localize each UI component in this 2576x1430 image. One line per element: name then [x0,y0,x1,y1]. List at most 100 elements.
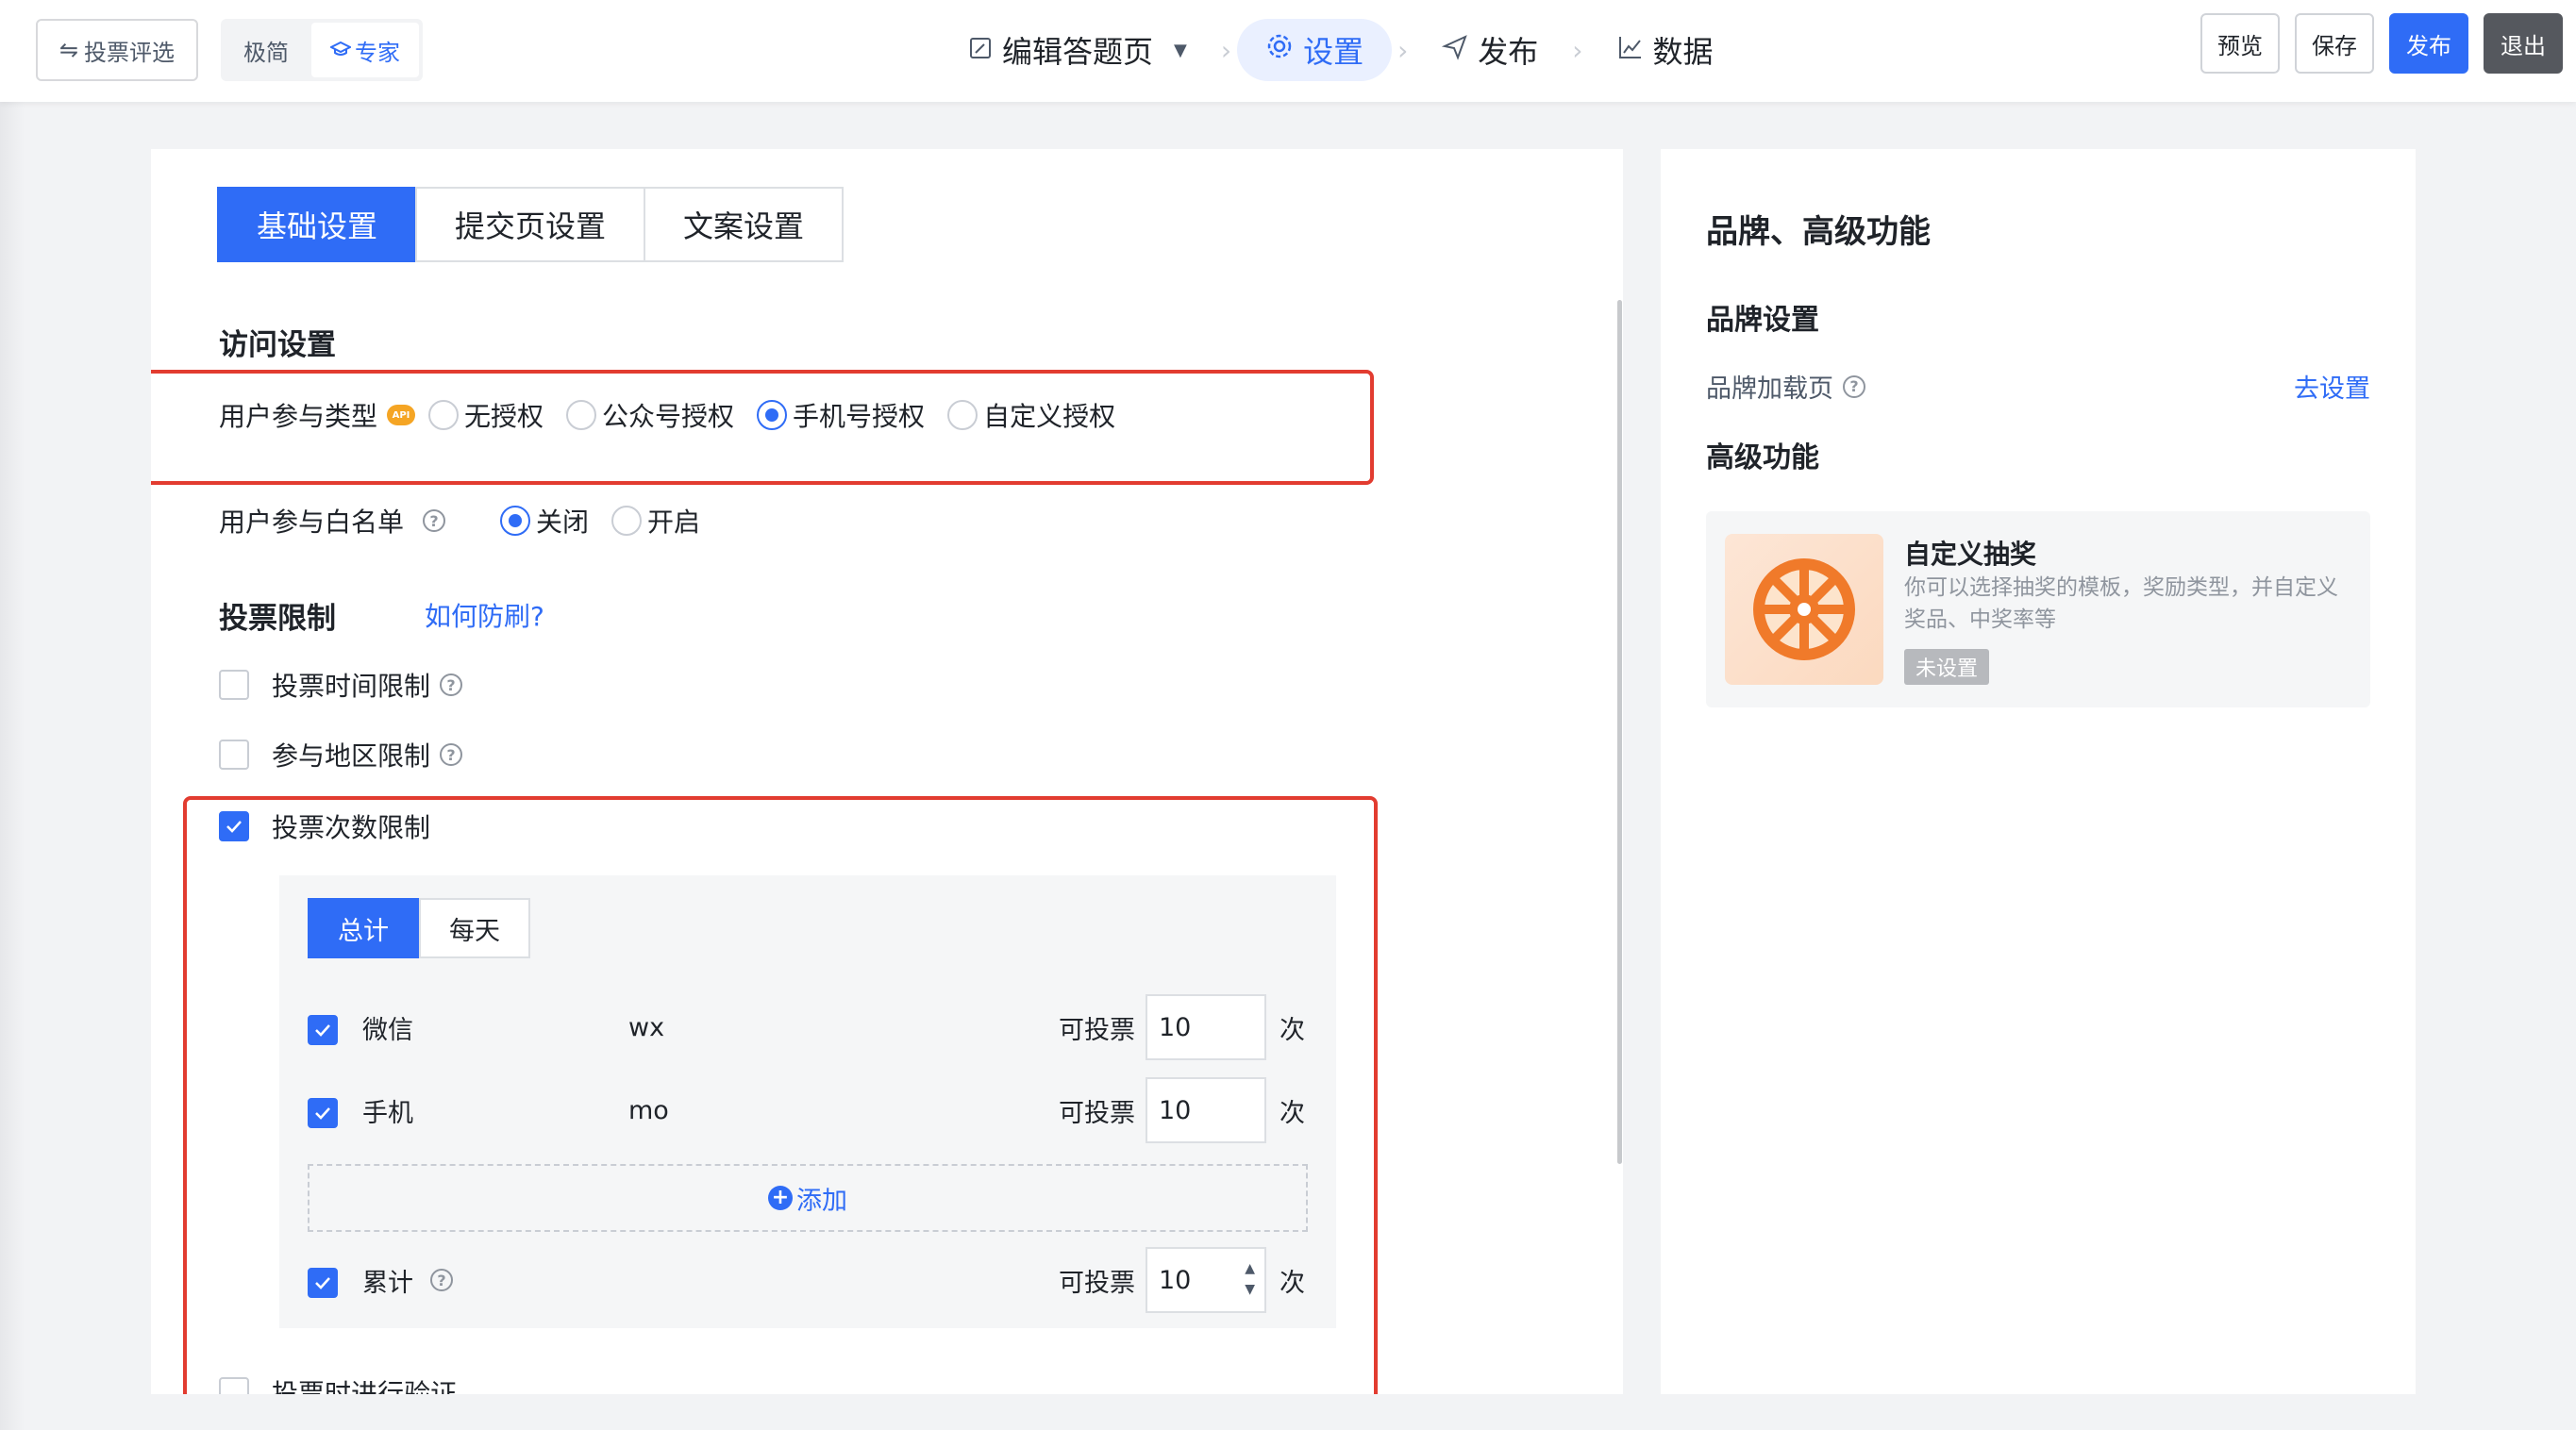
edit-icon [968,32,993,68]
user-type-row: 用户参与类型 API 无授权 公众号授权 手机号授权 自定义授权 [219,396,1138,434]
preview-button[interactable]: 预览 [2200,13,2280,74]
chevron-right-icon: › [1397,34,1409,66]
region-limit-checkbox[interactable] [219,740,249,770]
count-limit-row: 投票次数限制 [219,807,430,845]
radio-circle-selected[interactable] [757,400,788,430]
mobile-vote-count-input[interactable]: 10 [1146,1077,1266,1143]
time-limit-label: 投票时间限制 [272,671,431,702]
total-unit: 次 [1280,1268,1305,1298]
custom-lottery-card[interactable]: 自定义抽奖 你可以选择抽奖的模板，奖励类型，并自定义奖品、中奖率等 未设置 [1706,511,2370,707]
mode-simple[interactable]: 极简 [225,23,308,77]
vote-row-wechat: 微信 wx 可投票 10 次 [308,994,1308,1060]
radio-whitelist-on-label: 开启 [647,507,701,538]
wechat-name: 微信 [362,1015,413,1045]
radio-circle[interactable] [947,400,979,430]
vote-count-box: 总计 每天 微信 wx 可投票 10 次 手机 mo 可投票 10 次 + 添加 [279,875,1336,1328]
seg-daily[interactable]: 每天 [419,898,530,958]
wechat-vote-count-input[interactable]: 10 [1146,994,1266,1060]
radio-custom-auth[interactable]: 自定义授权 [947,396,1115,434]
verify-checkbox[interactable] [219,1377,249,1394]
radio-whitelist-off[interactable]: 关闭 [500,502,589,540]
exit-button[interactable]: 退出 [2484,13,2563,74]
help-icon[interactable]: ? [430,1269,453,1291]
tab-basic-settings[interactable]: 基础设置 [217,187,418,262]
wechat-unit: 次 [1280,1015,1305,1045]
stepper-up-icon[interactable]: ▲ [1245,1258,1255,1279]
wechat-can-vote-label: 可投票 [1059,1015,1135,1045]
radio-wechat-auth-label: 公众号授权 [602,401,735,432]
settings-tabs: 基础设置 提交页设置 文案设置 [217,187,845,262]
whitelist-row: 用户参与白名单 ? 关闭 开启 [219,502,723,540]
send-icon [1442,32,1468,68]
step-data-label: 数据 [1652,34,1714,70]
check-icon [315,1277,330,1289]
tab-submit-page-settings[interactable]: 提交页设置 [415,187,646,262]
switch-type-label: 投票评选 [84,39,176,66]
radio-circle[interactable] [566,400,597,430]
publish-button[interactable]: 发布 [2389,13,2468,74]
seg-total[interactable]: 总计 [308,898,419,958]
radio-phone-auth-label: 手机号授权 [793,401,926,432]
total-vote-count-input[interactable]: 10 ▲ ▼ [1146,1247,1266,1313]
tab-copy-settings[interactable]: 文案设置 [644,187,845,262]
switch-type-button[interactable]: ⇋ 投票评选 [36,19,198,81]
radio-whitelist-on[interactable]: 开启 [611,502,700,540]
save-button[interactable]: 保存 [2295,13,2374,74]
radio-whitelist-off-label: 关闭 [536,507,590,538]
wechat-checkbox[interactable] [308,1015,338,1045]
step-publish[interactable]: 发布 [1413,19,1566,81]
go-setting-link[interactable]: 去设置 [2294,368,2370,405]
help-icon[interactable]: ? [440,673,463,696]
number-stepper[interactable]: ▲ ▼ [1245,1258,1255,1300]
status-badge: 未设置 [1904,649,1990,685]
radio-circle[interactable] [611,506,643,536]
step-nav: 编辑答题页 ▼ › 设置 › 发布 › 数据 [940,19,1742,81]
scrollbar[interactable] [1617,300,1622,1164]
verify-row: 投票时进行验证 [219,1373,457,1394]
lottery-card-title: 自定义抽奖 [1904,539,2037,570]
add-channel-button[interactable]: + 添加 [308,1164,1308,1232]
mobile-checkbox[interactable] [308,1098,338,1128]
vote-row-mobile: 手机 mo 可投票 10 次 [308,1077,1308,1143]
anti-fraud-link[interactable]: 如何防刷? [425,596,544,634]
top-bar: ⇋ 投票评选 极简 专家 编辑答题页 ▼ › 设置 › 发布 › 数据 预览 保… [0,0,2576,102]
mode-expert-label: 专家 [355,39,400,66]
gear-icon [1265,32,1294,68]
radio-wechat-auth[interactable]: 公众号授权 [566,396,734,434]
help-icon[interactable]: ? [423,509,446,532]
vote-limit-title: 投票限制 [219,602,336,636]
radio-circle-selected[interactable] [500,506,531,536]
time-limit-checkbox[interactable] [219,670,249,700]
check-icon [315,1107,330,1120]
help-icon[interactable]: ? [1843,374,1865,398]
radio-circle[interactable] [428,400,460,430]
brand-loading-label: 品牌加载页 [1706,374,1833,404]
radio-custom-auth-label: 自定义授权 [983,401,1116,432]
count-limit-checkbox[interactable] [219,811,249,841]
whitelist-label: 用户参与白名单 [219,507,405,538]
step-edit[interactable]: 编辑答题页 ▼ [940,19,1215,81]
radio-no-auth[interactable]: 无授权 [428,396,544,434]
line-chart-icon [1617,32,1644,68]
check-icon [226,821,242,833]
step-data[interactable]: 数据 [1589,19,1742,81]
settings-panel: 基础设置 提交页设置 文案设置 访问设置 用户参与类型 API 无授权 公众号授… [151,149,1623,1394]
step-settings[interactable]: 设置 [1237,19,1393,81]
radio-phone-auth[interactable]: 手机号授权 [757,396,925,434]
brand-settings-title: 品牌设置 [1706,304,1819,337]
page-edge-shade [0,102,25,1430]
stepper-down-icon[interactable]: ▼ [1245,1279,1255,1300]
mobile-code: mo [628,1095,669,1125]
brand-loading-row: 品牌加载页 ? 去设置 [1706,368,2370,405]
wechat-code: wx [628,1012,665,1042]
mobile-can-vote-label: 可投票 [1059,1098,1135,1128]
help-icon[interactable]: ? [440,743,463,766]
swap-icon: ⇋ [59,37,79,63]
chevron-down-icon[interactable]: ▼ [1174,41,1187,60]
advanced-panel: 品牌、高级功能 品牌设置 品牌加载页 ? 去设置 高级功能 自定义抽奖 你可以选… [1661,149,2416,1394]
lottery-wheel-icon [1725,534,1883,685]
mode-switch: 极简 专家 [221,19,423,81]
mode-expert[interactable]: 专家 [311,23,419,77]
total-checkbox[interactable] [308,1268,338,1298]
chevron-right-icon: › [1572,34,1583,66]
